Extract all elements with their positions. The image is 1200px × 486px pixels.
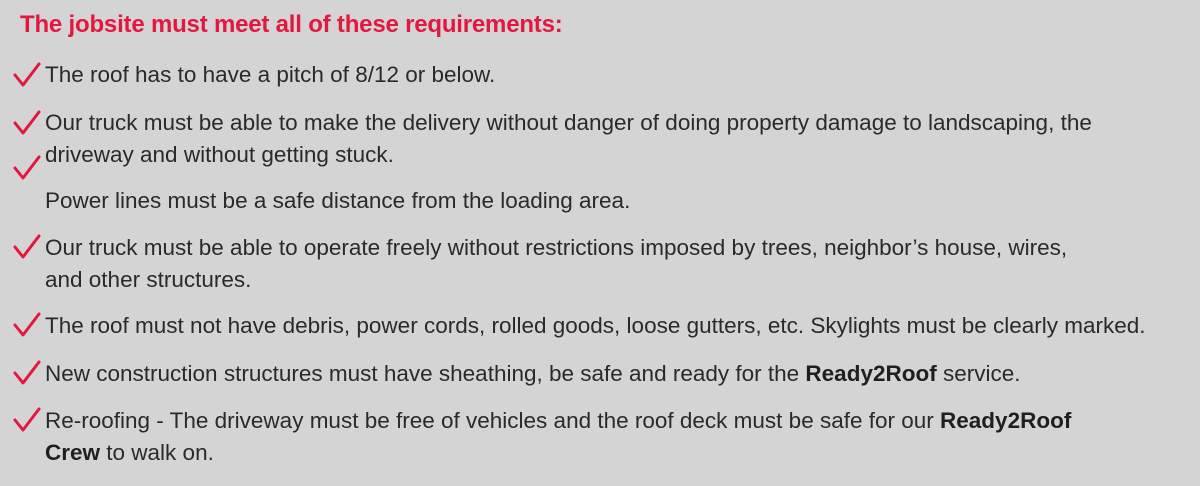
checkmark-icon — [13, 62, 41, 88]
checkmark-icon — [13, 110, 41, 136]
checkmark-icon — [13, 312, 41, 338]
requirement-new-construction: New construction structures must have sh… — [45, 361, 1021, 386]
requirement-truck-operation-line2: and other structures. — [45, 267, 252, 292]
checkmark-icon — [13, 155, 41, 181]
checkmark-icon — [13, 360, 41, 386]
brand-crew: Crew — [45, 440, 101, 465]
requirement-delivery-line1: Our truck must be able to make the deliv… — [45, 110, 1092, 135]
requirement-re-roofing-suffix: to walk on. — [100, 440, 214, 465]
checkmark-icon — [13, 407, 41, 433]
requirement-truck-operation-line1: Our truck must be able to operate freely… — [45, 235, 1068, 260]
requirement-re-roofing-line1: Re-roofing - The driveway must be free o… — [45, 408, 1072, 433]
requirement-roof-clear: The roof must not have debris, power cor… — [45, 313, 1146, 338]
requirement-pitch: The roof has to have a pitch of 8/12 or … — [45, 62, 496, 87]
brand-name: Ready2Roof — [940, 408, 1072, 433]
checkmark-icon — [13, 234, 41, 260]
page-title: The jobsite must meet all of these requi… — [20, 11, 563, 38]
requirement-delivery-line2: driveway and without getting stuck. — [45, 142, 394, 167]
requirement-re-roofing-line2: Crew to walk on. — [45, 440, 214, 465]
requirement-re-roofing-text: Re-roofing - The driveway must be free o… — [45, 408, 941, 433]
requirement-new-construction-text: New construction structures must have sh… — [45, 361, 806, 386]
brand-name: Ready2Roof — [805, 361, 937, 386]
requirement-new-construction-suffix: service. — [936, 361, 1021, 386]
requirement-power-lines: Power lines must be a safe distance from… — [45, 188, 631, 213]
